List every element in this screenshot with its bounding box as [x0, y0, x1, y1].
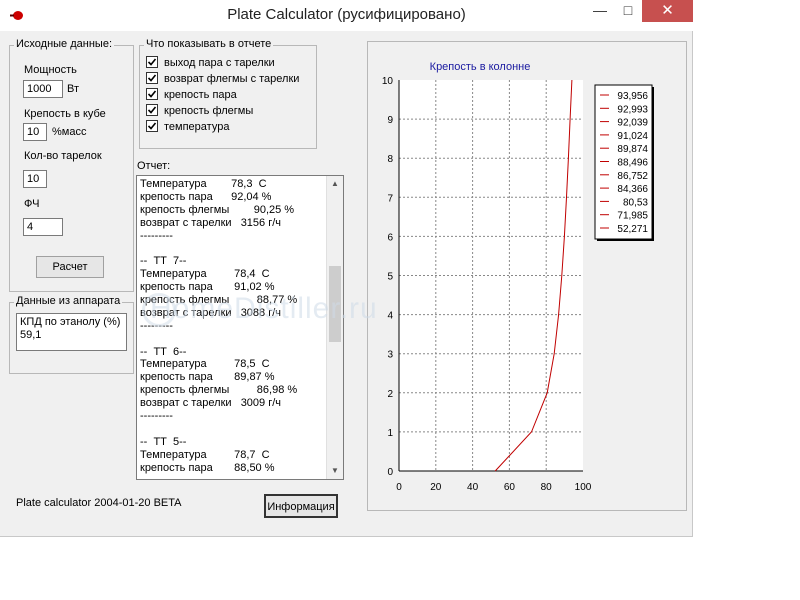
- option-label: температура: [164, 121, 230, 133]
- option-reflux-return[interactable]: возврат флегмы с тарелки: [146, 72, 300, 87]
- scroll-down-icon[interactable]: ▼: [327, 463, 343, 479]
- report-line: крепость флегмы 90,25 %: [140, 203, 295, 216]
- report-line: [140, 242, 325, 255]
- report-line: -- ТТ 5--: [140, 435, 187, 448]
- report-line: Температура 78,7 С: [140, 448, 270, 461]
- strength-chart: 0123456789100 20 40 60 80 100Крепость в колон…: [382, 61, 654, 493]
- cube-strength-label: Крепость в кубе: [24, 108, 106, 120]
- report-line: крепость пара 88,50 %: [140, 461, 275, 474]
- report-lines: Температура 78,3 Скрепость пара 92,04 % к…: [140, 178, 325, 474]
- cube-strength-unit: %масс: [52, 126, 87, 138]
- chart-panel: 0 1 2 3 4 5 6 7 8 9 10 0 20 40 60 80 100 Крепость в колон…: [367, 41, 687, 511]
- y-tick-label: 7: [387, 193, 393, 204]
- report-line: крепость флегмы 86,98 %: [140, 384, 298, 397]
- kpd-label: КПД по этанолу (%): [20, 316, 121, 328]
- maximize-button[interactable]: □: [614, 0, 642, 22]
- y-tick-label: 10: [382, 76, 394, 87]
- version-label: Plate calculator 2004-01-20 BETA: [16, 497, 182, 509]
- y-tick-label: 5: [387, 272, 393, 283]
- report-line: [140, 423, 325, 436]
- legend-label: 93,956: [617, 91, 648, 102]
- report-line: возврат с тарелки 3009 г/ч: [140, 397, 282, 410]
- power-label: Мощность: [24, 64, 77, 76]
- option-vapor-strength[interactable]: крепость пара: [146, 88, 237, 103]
- report-line: ---------: [140, 410, 173, 423]
- legend-label: 92,993: [617, 104, 648, 115]
- report-line: Температура 78,4 С: [140, 268, 270, 281]
- info-button[interactable]: Информация: [264, 494, 338, 518]
- input-group-label: Исходные данные:: [14, 38, 114, 50]
- option-label: крепость пара: [164, 89, 237, 101]
- checkbox[interactable]: [146, 104, 158, 117]
- plates-count-label: Кол-во тарелок: [24, 150, 102, 162]
- legend-label: 91,024: [617, 131, 648, 142]
- legend-label: 88,496: [617, 158, 648, 169]
- y-tick-label: 2: [387, 389, 393, 400]
- report-line: крепость пара 89,87 %: [140, 371, 275, 384]
- fch-input[interactable]: 4: [23, 218, 63, 236]
- y-tick-label: 0: [387, 467, 393, 478]
- report-line: крепость пара 92,04 %: [140, 190, 272, 203]
- cube-strength-input[interactable]: 10: [23, 123, 47, 141]
- checkbox[interactable]: [146, 120, 158, 133]
- power-input[interactable]: 1000: [23, 80, 63, 98]
- minimize-button[interactable]: —: [586, 0, 614, 22]
- legend-label: 86,752: [617, 171, 648, 182]
- calculate-button[interactable]: Расчет: [36, 256, 104, 278]
- legend-label: 80,53: [623, 197, 648, 208]
- report-label: Отчет:: [137, 160, 171, 172]
- x-tick-label: 40: [467, 482, 479, 493]
- report-line: [140, 333, 325, 346]
- option-label: крепость флегмы: [164, 105, 254, 117]
- y-tick-label: 4: [387, 311, 393, 322]
- report-line: ---------: [140, 229, 173, 242]
- fch-label: ФЧ: [24, 198, 40, 210]
- kpd-value: 59,1: [20, 329, 42, 341]
- report-line: Температура 78,3 С: [140, 178, 267, 190]
- watermark: HomeDistiller.ru: [150, 292, 378, 325]
- x-tick-label: 100: [575, 482, 592, 493]
- legend-label: 92,039: [617, 118, 648, 129]
- option-vapor-output[interactable]: выход пара с тарелки: [146, 56, 275, 71]
- checkbox[interactable]: [146, 72, 158, 85]
- power-unit: Вт: [67, 83, 80, 95]
- y-tick-label: 6: [387, 232, 393, 243]
- plates-count-input[interactable]: 10: [23, 170, 47, 188]
- y-tick-label: 9: [387, 115, 393, 126]
- checkbox[interactable]: [146, 88, 158, 101]
- x-tick-label: 60: [504, 482, 516, 493]
- checkbox[interactable]: [146, 56, 158, 69]
- report-line: возврат с тарелки 3156 г/ч: [140, 216, 282, 229]
- title-bar: Plate Calculator (русифицировано) — □ ✕: [0, 0, 693, 31]
- report-options-label: Что показывать в отчете: [144, 38, 274, 50]
- legend-label: 89,874: [617, 144, 648, 155]
- kpd-field: КПД по этанолу (%) 59,1: [16, 313, 127, 351]
- device-data-label: Данные из аппарата: [14, 295, 123, 307]
- report-line: -- ТТ 7--: [140, 255, 187, 268]
- legend-label: 84,366: [617, 184, 648, 195]
- app-window: Plate Calculator (русифицировано) — □ ✕ …: [0, 0, 693, 537]
- y-tick-label: 3: [387, 350, 393, 361]
- scroll-up-icon[interactable]: ▲: [327, 176, 343, 192]
- chart-title: Крепость в колонне: [430, 61, 531, 73]
- legend-label: 71,985: [617, 211, 648, 222]
- report-scrollbar[interactable]: ▲ ▼: [326, 176, 343, 479]
- legend-label: 52,271: [617, 224, 648, 235]
- option-temperature[interactable]: температура: [146, 120, 230, 135]
- close-button[interactable]: ✕: [642, 0, 693, 22]
- option-label: возврат флегмы с тарелки: [164, 73, 300, 85]
- y-tick-label: 1: [387, 428, 393, 439]
- y-tick-label: 8: [387, 154, 393, 165]
- report-textarea[interactable]: Температура 78,3 Скрепость пара 92,04 % к…: [136, 175, 344, 480]
- report-options-group: Что показывать в отчете выход пара с тар…: [139, 38, 317, 149]
- x-tick-label: 20: [430, 482, 442, 493]
- report-line: -- ТТ 6--: [140, 345, 187, 358]
- x-tick-label: 0: [396, 482, 402, 493]
- option-reflux-strength[interactable]: крепость флегмы: [146, 104, 254, 119]
- option-label: выход пара с тарелки: [164, 57, 275, 69]
- report-line: Температура 78,5 С: [140, 358, 270, 371]
- x-tick-label: 80: [541, 482, 553, 493]
